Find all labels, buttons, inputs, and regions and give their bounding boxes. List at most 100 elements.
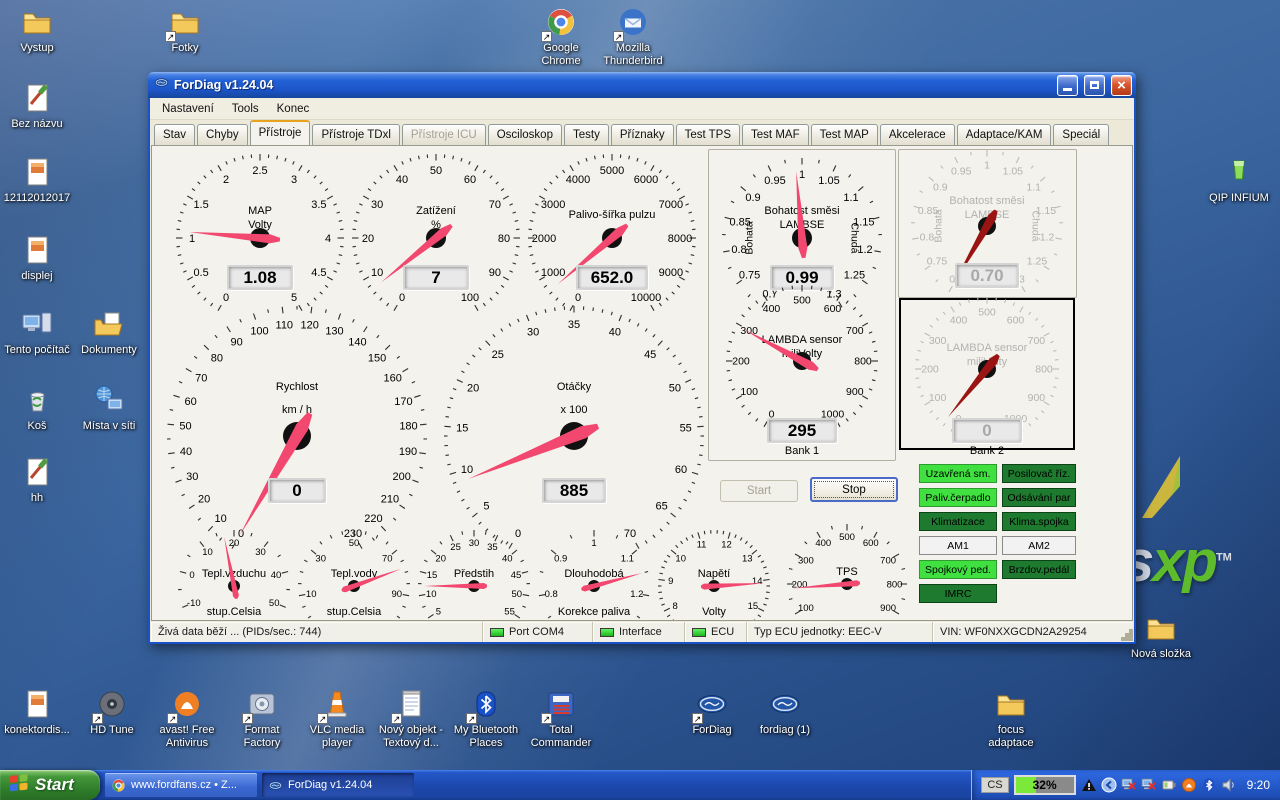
svg-text:700: 700 (1028, 335, 1046, 347)
desktop-icon-focus-adaptace[interactable]: focus adaptace (976, 688, 1046, 749)
svg-text:0: 0 (189, 570, 194, 581)
tray-warning-icon[interactable] (1081, 777, 1097, 793)
desktop-icon-dokumenty[interactable]: Dokumenty (74, 308, 144, 357)
desktop-icon-bez-n-zvu[interactable]: Bez názvu (2, 82, 72, 131)
taskbar-task-www-fordfans-cz-z[interactable]: www.fordfans.cz • Z... (105, 773, 257, 797)
shortcut-arrow-icon: ↗ (242, 713, 253, 724)
menu-item-nastaven[interactable]: Nastavení (153, 101, 223, 117)
svg-text:0: 0 (450, 619, 455, 621)
tab-p-stroje-tdxl[interactable]: Přístroje TDxl (312, 124, 399, 145)
desktop-icon-tento-po-ta[interactable]: Tento počítač (2, 308, 72, 357)
svg-text:1.1: 1.1 (843, 192, 858, 204)
paint-icon (20, 456, 54, 490)
desktop-icon-label: Tento počítač (2, 344, 72, 357)
tab-test-map[interactable]: Test MAP (811, 124, 878, 145)
tab-speci-l[interactable]: Speciál (1053, 124, 1109, 145)
tray-bluetooth-icon[interactable] (1201, 777, 1217, 793)
svg-text:Bohatá: Bohatá (744, 221, 756, 254)
ford-icon: ↗ (695, 688, 729, 722)
tray-volume-icon[interactable] (1221, 777, 1237, 793)
desktop-icon-qip-infium[interactable]: QIP INFIUM (1204, 156, 1274, 205)
desktop-icon-fordiag[interactable]: ↗ForDiag (677, 688, 747, 737)
svg-text:40: 40 (180, 446, 192, 458)
battery-meter[interactable]: 32% (1014, 775, 1076, 795)
tray-network-offline-icon[interactable] (1121, 777, 1137, 793)
svg-text:5: 5 (436, 606, 441, 617)
desktop-icon-format-factory[interactable]: ↗Format Factory (227, 688, 297, 749)
svg-text:10: 10 (461, 464, 473, 476)
svg-text:3000: 3000 (541, 199, 565, 211)
minimize-button[interactable] (1057, 75, 1078, 96)
desktop-icon-fotky[interactable]: ↗Fotky (150, 6, 220, 55)
svg-text:130: 130 (325, 325, 343, 337)
svg-text:6000: 6000 (634, 174, 658, 186)
desktop-icon-mozilla-thunderbird[interactable]: ↗Mozilla Thunderbird (598, 6, 668, 67)
tray-avast-icon[interactable] (1181, 777, 1197, 793)
tab-test-tps[interactable]: Test TPS (676, 124, 740, 145)
interface-label: Interface (619, 626, 662, 638)
desktop-icon-avast-free-antivirus[interactable]: ↗avast! Free Antivirus (152, 688, 222, 749)
desktop-icon-hd-tune[interactable]: ↗HD Tune (77, 688, 147, 737)
desktop-icon-nov-slo-ka[interactable]: Nová složka (1126, 612, 1196, 661)
svg-text:45: 45 (644, 349, 656, 361)
tab-p-znaky[interactable]: Příznaky (611, 124, 674, 145)
desktop-icon-fordiag-1[interactable]: fordiag (1) (750, 688, 820, 737)
shortcut-arrow-icon: ↗ (317, 713, 328, 724)
gauge-value-rychlost: 0 (268, 478, 326, 503)
desktop-icon-m-sta-v-s-ti[interactable]: Místa v síti (74, 384, 144, 433)
svg-text:2000: 2000 (532, 233, 556, 245)
desktop-icon-12112012017[interactable]: 12112012017 (2, 156, 72, 205)
tab-chyby[interactable]: Chyby (197, 124, 248, 145)
wallpaper-flag-shape (1138, 452, 1186, 527)
desktop-icon-my-bluetooth-places[interactable]: ↗My Bluetooth Places (451, 688, 521, 749)
paint-icon (20, 82, 54, 116)
svg-text:Otáčky: Otáčky (557, 381, 592, 393)
window-titlebar[interactable]: ForDiag v1.24.04 × (148, 72, 1136, 98)
taskbar-clock[interactable]: 9:20 (1247, 778, 1270, 792)
svg-text:200: 200 (393, 471, 411, 483)
desktop-icon-nov-objekt-textov-d[interactable]: ↗Nový objekt - Textový d... (376, 688, 446, 749)
resize-grip[interactable] (1129, 637, 1133, 641)
menu-item-tools[interactable]: Tools (223, 101, 268, 117)
tray-network-offline-icon[interactable] (1141, 777, 1157, 793)
tab-testy[interactable]: Testy (564, 124, 609, 145)
tab-stav[interactable]: Stav (154, 124, 195, 145)
desktop-icon-konektordis[interactable]: konektordis... (2, 688, 72, 737)
indicator-posilova-z: Posilovač říz. (1002, 464, 1076, 483)
svg-text:Dlouhodobá: Dlouhodobá (564, 568, 624, 580)
svg-text:200: 200 (732, 356, 750, 368)
svg-text:5000: 5000 (600, 165, 624, 177)
desktop-icon-total-commander[interactable]: ↗Total Commander (526, 688, 596, 749)
svg-text:12: 12 (721, 540, 732, 551)
svg-text:2: 2 (223, 174, 229, 186)
svg-text:3.5: 3.5 (311, 199, 326, 211)
tab-akcelerace[interactable]: Akcelerace (880, 124, 955, 145)
window-title: ForDiag v1.24.04 (174, 78, 1051, 92)
desktop-icon-google-chrome[interactable]: ↗Google Chrome (526, 6, 596, 67)
desktop-icon-vlc-media-player[interactable]: ↗VLC media player (302, 688, 372, 749)
desktop-icon-displej[interactable]: displej (2, 234, 72, 283)
image-icon (20, 234, 54, 268)
tab-p-stroje[interactable]: Přístroje (250, 120, 311, 145)
taskbar-task-fordiag-v1-24-04[interactable]: ForDiag v1.24.04 (262, 773, 414, 797)
tray-collapse-icon[interactable] (1101, 777, 1117, 793)
close-button[interactable]: × (1111, 75, 1132, 96)
stop-button[interactable]: Stop (810, 477, 898, 502)
desktop-icon-ko[interactable]: Koš (2, 384, 72, 433)
shortcut-arrow-icon: ↗ (613, 31, 624, 42)
tab-osciloskop[interactable]: Osciloskop (488, 124, 562, 145)
desktop-icon-hh[interactable]: hh (2, 456, 72, 505)
tab-adaptace-kam[interactable]: Adaptace/KAM (957, 124, 1052, 145)
menu-item-konec[interactable]: Konec (268, 101, 319, 117)
tab-test-maf[interactable]: Test MAF (742, 124, 809, 145)
language-indicator[interactable]: CS (981, 777, 1008, 793)
tray-battery-icon[interactable] (1161, 777, 1177, 793)
start-menu-button[interactable]: Start (0, 770, 100, 800)
svg-text:0.9: 0.9 (933, 181, 948, 193)
desktop-icon-vystup[interactable]: Vystup (2, 6, 72, 55)
gauge-value-otacky: 885 (542, 478, 606, 503)
gauge-napeti: 78910111213141516NapětíVolty (652, 524, 776, 621)
folder-icon: ↗ (168, 6, 202, 40)
svg-text:Rychlost: Rychlost (276, 381, 318, 393)
maximize-button[interactable] (1084, 75, 1105, 96)
